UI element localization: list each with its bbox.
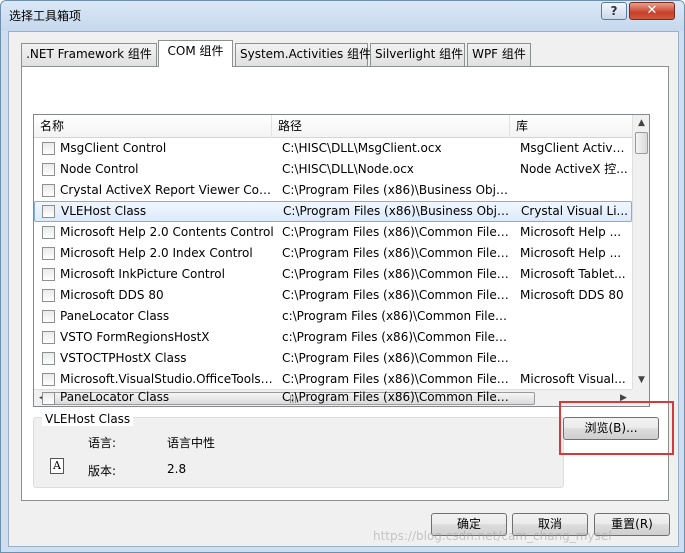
list-item[interactable]: Microsoft Help 2.0 Index Control C:\Prog…	[34, 243, 632, 264]
item-library: Microsoft Visual...	[520, 372, 626, 386]
item-library	[520, 180, 628, 201]
item-path: C:\Program Files (x86)\Common Files...	[282, 351, 510, 365]
item-path: C:\Program Files (x86)\Business Obje...	[283, 204, 511, 218]
tab-dotnet-framework[interactable]: .NET Framework 组件	[21, 43, 157, 66]
tab-system-activities[interactable]: System.Activities 组件	[235, 43, 371, 66]
item-name: MsgClient Control	[60, 141, 167, 155]
item-library: Microsoft DDS 80	[520, 288, 624, 302]
checkbox[interactable]	[42, 268, 55, 281]
item-name: Microsoft DDS 80	[60, 288, 164, 302]
title-bar[interactable]: 选择工具箱项 ? ✕	[1, 1, 684, 31]
version-value: 2.8	[167, 462, 187, 476]
column-header-library[interactable]: 库	[510, 115, 632, 138]
checkbox[interactable]	[42, 352, 55, 365]
list-item[interactable]: VSTO FormRegionsHostX c:\Program Files (…	[34, 327, 632, 348]
tab-wpf[interactable]: WPF 组件	[467, 43, 531, 66]
language-label: 语言:	[88, 436, 117, 450]
item-path: C:\Program Files (x86)\Common Files...	[282, 267, 510, 281]
column-header-path[interactable]: 路径	[272, 115, 510, 138]
list-item-partial[interactable]: PaneLocator Class C:\Program Files (x86)…	[34, 389, 632, 406]
column-header-name[interactable]: 名称	[34, 115, 272, 138]
item-name: Microsoft Help 2.0 Index Control	[60, 246, 253, 260]
item-name: Microsoft.VisualStudio.OfficeTools....	[60, 372, 274, 386]
language-value: 语言中性	[167, 436, 216, 450]
vertical-scroll-thumb[interactable]	[635, 132, 648, 154]
tab-com[interactable]: COM 组件	[158, 40, 233, 67]
item-path: c:\Program Files (x86)\Common Files...	[282, 330, 510, 344]
checkbox[interactable]	[42, 289, 55, 302]
list-item[interactable]: MsgClient Control C:\HISC\DLL\MsgClient.…	[34, 138, 632, 159]
tab-silverlight[interactable]: Silverlight 组件	[370, 43, 465, 66]
dialog-client-area: .NET Framework 组件 COM 组件 System.Activiti…	[8, 31, 679, 547]
checkbox[interactable]	[42, 247, 55, 260]
details-title: VLEHost Class	[42, 412, 134, 426]
dialog-window: 选择工具箱项 ? ✕ .NET Framework 组件 COM 组件 Syst…	[0, 0, 685, 553]
window-title: 选择工具箱项	[9, 9, 82, 23]
checkbox[interactable]	[42, 331, 55, 344]
list-item[interactable]: Microsoft InkPicture Control C:\Program …	[34, 264, 632, 285]
checkbox[interactable]	[42, 310, 55, 323]
item-path: C:\HISC\DLL\Node.ocx	[282, 162, 414, 176]
item-library: Crystal Visual Li...	[521, 204, 628, 218]
checkbox[interactable]	[42, 163, 55, 176]
item-path: C:\Program Files (x86)\Common Files...	[282, 246, 510, 260]
version-label: 版本:	[88, 464, 117, 478]
item-library: Microsoft Help ...	[520, 225, 622, 239]
item-name: VLEHost Class	[61, 204, 147, 218]
checkbox[interactable]	[42, 142, 55, 155]
details-groupbox: A 语言: 语言中性 版本: 2.8	[33, 417, 564, 488]
watermark-text: https://blog.csdn.net/cam_chang_mysel	[373, 529, 612, 543]
close-button[interactable]: ✕	[629, 2, 675, 20]
list-item[interactable]: PaneLocator Class c:\Program Files (x86)…	[34, 306, 632, 327]
item-library: Microsoft Help ...	[520, 246, 622, 260]
item-path: C:\Program Files (x86)\Common Files...	[282, 372, 510, 386]
list-item-selected[interactable]: VLEHost Class C:\Program Files (x86)\Bus…	[34, 201, 632, 222]
list-header: 名称 路径 库	[34, 115, 632, 138]
list-item[interactable]: Microsoft DDS 80 C:\Program Files (x86)\…	[34, 285, 632, 306]
checkbox[interactable]	[42, 205, 55, 218]
checkbox[interactable]	[42, 373, 55, 386]
scroll-up-icon[interactable]: ▲	[633, 115, 649, 132]
item-path: C:\Program Files (x86)\Common Files...	[282, 288, 510, 302]
list-item[interactable]: Microsoft.VisualStudio.OfficeTools.... C…	[34, 369, 632, 390]
item-name: Microsoft Help 2.0 Contents Control	[60, 225, 274, 239]
item-library: MsgClient Active...	[520, 141, 628, 155]
browse-button[interactable]: 浏览(B)...	[563, 417, 659, 440]
item-name: PaneLocator Class	[60, 390, 170, 404]
item-name: Node Control	[60, 162, 139, 176]
help-button[interactable]: ?	[601, 2, 627, 20]
item-path: c:\Program Files (x86)\Common Files...	[282, 309, 510, 323]
components-list[interactable]: 名称 路径 库 MsgClient Control C:\HISC\DLL\Ms…	[33, 114, 650, 407]
scroll-down-icon[interactable]: ▼	[633, 372, 649, 389]
item-library	[520, 348, 628, 369]
item-library	[520, 327, 628, 348]
checkbox[interactable]	[42, 184, 55, 197]
item-path: C:\Program Files (x86)\Business Obje...	[282, 183, 510, 197]
vertical-scrollbar[interactable]: ▲ ▼	[632, 115, 649, 389]
item-name: VSTO FormRegionsHostX	[60, 330, 210, 344]
item-name: Microsoft InkPicture Control	[60, 267, 225, 281]
list-item[interactable]: Node Control C:\HISC\DLL\Node.ocx Node A…	[34, 159, 632, 180]
item-library: Microsoft Tablet...	[520, 267, 626, 281]
item-path: C:\Program Files (x86)\Common Files...	[282, 225, 510, 239]
item-name: Crystal ActiveX Report Viewer Cont...	[60, 183, 274, 197]
checkbox[interactable]	[42, 392, 55, 405]
list-item[interactable]: Microsoft Help 2.0 Contents Control C:\P…	[34, 222, 632, 243]
document-icon: A	[50, 458, 64, 474]
item-path: C:\Program Files (x86)\Common Files...	[282, 390, 510, 404]
item-name: VSTOCTPHostX Class	[60, 351, 187, 365]
item-library: Node ActiveX 控...	[520, 162, 628, 176]
checkbox[interactable]	[42, 226, 55, 239]
list-item[interactable]: VSTOCTPHostX Class C:\Program Files (x86…	[34, 348, 632, 369]
list-item[interactable]: Crystal ActiveX Report Viewer Cont... C:…	[34, 180, 632, 201]
item-library	[520, 306, 628, 327]
item-name: PaneLocator Class	[60, 309, 170, 323]
item-path: C:\HISC\DLL\MsgClient.ocx	[282, 141, 442, 155]
